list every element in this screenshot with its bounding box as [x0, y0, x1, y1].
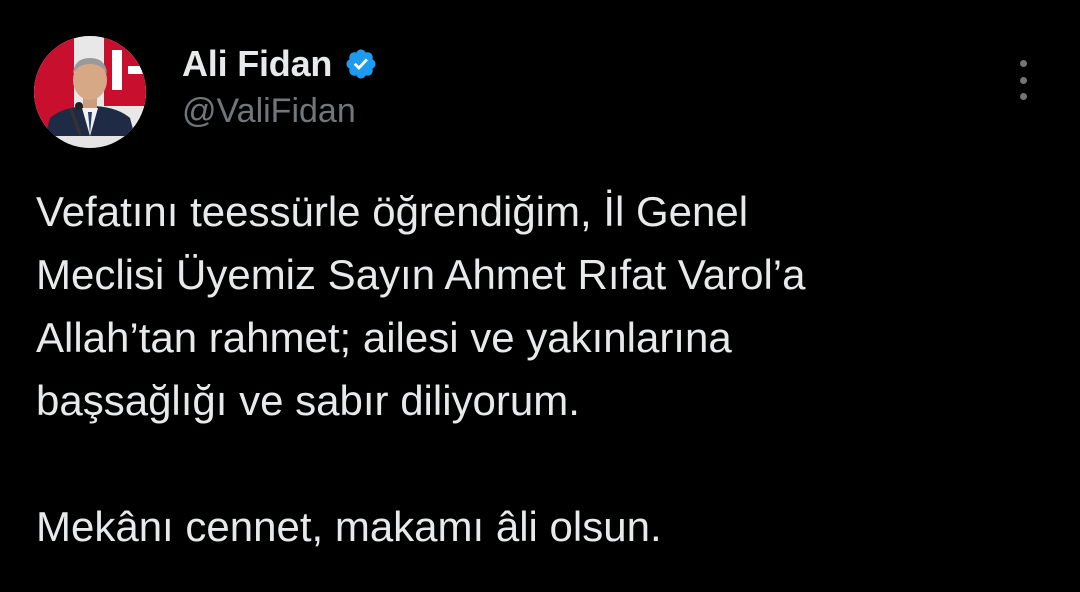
- author-display-name[interactable]: Ali Fidan: [182, 43, 332, 85]
- verified-badge-icon: [344, 47, 378, 81]
- tweet-text-line: Vefatını teessürle öğrendiğim, İl Genel: [36, 188, 749, 235]
- avatar-photo: [34, 36, 146, 148]
- more-options-icon[interactable]: [1008, 60, 1038, 100]
- more-dot: [1019, 60, 1027, 67]
- tweet-text-line: başsağlığı ve sabır diliyorum.: [36, 377, 580, 424]
- tweet-card: Ali Fidan @ValiFidan Vefatını teessürle …: [0, 0, 1080, 592]
- more-dot: [1019, 76, 1027, 84]
- avatar[interactable]: [34, 36, 146, 148]
- author-name-row: Ali Fidan: [182, 42, 378, 86]
- more-dot: [1019, 93, 1027, 100]
- tweet-text-line: Meclisi Üyemiz Sayın Ahmet Rıfat Varol’a: [36, 251, 806, 298]
- tweet-text-line: Allah’tan rahmet; ailesi ve yakınlarına: [36, 314, 732, 361]
- tweet-text: Vefatını teessürle öğrendiğim, İl Genel …: [36, 180, 1046, 558]
- tweet-closing-line: Mekânı cennet, makamı âli olsun.: [36, 503, 662, 550]
- author-handle[interactable]: @ValiFidan: [182, 92, 356, 131]
